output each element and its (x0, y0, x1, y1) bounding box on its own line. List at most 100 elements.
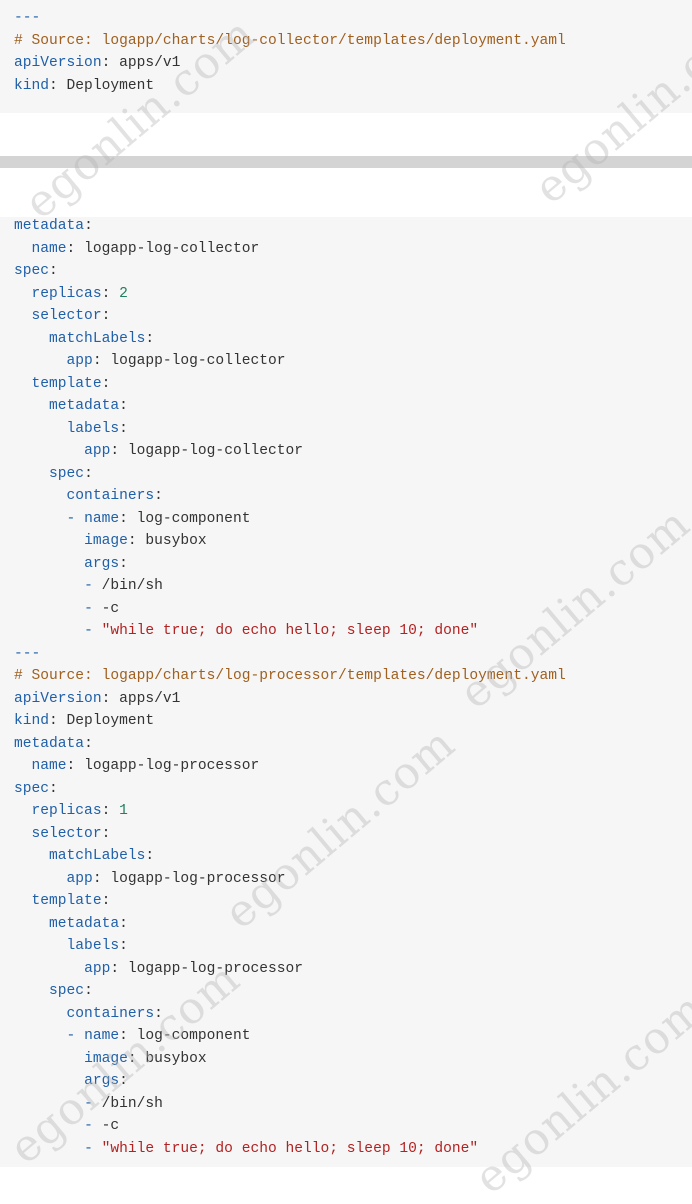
yaml-line: name: logapp-log-processor (31, 758, 260, 774)
yaml-line: spec: (49, 465, 93, 482)
yaml-key: args (84, 555, 120, 572)
yaml-key: matchLabels (49, 848, 146, 864)
yaml-value: apps/v1 (119, 690, 181, 707)
code-content-main: metadata: name: logapp-log-collector spec… (14, 215, 692, 1160)
yaml-value: logapp-log-collector (127, 443, 304, 459)
yaml-value: busybox (145, 1050, 207, 1067)
yaml-value: logapp-log-collector (84, 240, 260, 257)
yaml-value: -c (101, 1118, 120, 1134)
yaml-line: matchLabels: (49, 848, 155, 864)
yaml-value: -c (101, 600, 120, 617)
yaml-line: containers: (66, 1005, 163, 1022)
yaml-line: app: logapp-log-collector (66, 353, 286, 369)
code-block-main: metadata: name: logapp-log-collector spec… (0, 217, 692, 1167)
yaml-line: metadata: (14, 735, 93, 752)
yaml-line: --- (14, 643, 692, 666)
yaml-key: selector (31, 308, 102, 324)
yaml-key: template (31, 893, 102, 909)
yaml-line: app: logapp-log-collector (84, 443, 304, 459)
yaml-key: replicas (31, 285, 102, 302)
yaml-key: spec (14, 780, 50, 797)
yaml-key: template (31, 375, 102, 392)
yaml-line: - /bin/sh (84, 578, 163, 594)
yaml-value: logapp-log-processor (110, 870, 286, 887)
yaml-value: logapp-log-processor (127, 960, 304, 977)
yaml-string: "while true; do echo hello; sleep 10; do… (101, 1140, 479, 1157)
yaml-key: app (84, 960, 111, 977)
yaml-line: app: logapp-log-processor (66, 870, 286, 887)
yaml-key: app (84, 443, 111, 459)
source-comment: # Source: logapp/charts/log-processor/te… (14, 668, 566, 684)
yaml-key: selector (31, 825, 102, 842)
yaml-key: metadata (49, 915, 120, 932)
yaml-key: spec (49, 465, 85, 482)
yaml-key: apiVersion (14, 690, 102, 707)
yaml-number: 2 (119, 285, 128, 302)
yaml-line: replicas: 2 (31, 285, 128, 302)
yaml-number: 1 (119, 803, 128, 819)
doc-separator: --- (14, 645, 41, 662)
yaml-line: template: (31, 893, 111, 909)
yaml-line: spec: (14, 263, 58, 279)
yaml-key: app (66, 353, 93, 369)
yaml-line: image: busybox (84, 533, 207, 549)
yaml-value: Deployment (66, 77, 155, 94)
yaml-value: logapp-log-processor (84, 758, 260, 774)
yaml-line: apiVersion: apps/v1 (14, 690, 181, 707)
yaml-key: name (31, 240, 67, 257)
yaml-line: selector: (31, 308, 111, 324)
yaml-line: - -c (84, 600, 120, 617)
yaml-line: name: logapp-log-collector (31, 240, 260, 257)
yaml-line: replicas: 1 (31, 803, 128, 819)
page-gap (0, 113, 692, 156)
yaml-value: Deployment (66, 713, 155, 729)
yaml-line: template: (31, 375, 111, 392)
yaml-line: metadata: (49, 915, 128, 932)
yaml-key: labels (66, 938, 120, 954)
source-comment: # Source: logapp/charts/log-collector/te… (14, 32, 566, 49)
page-gap (0, 168, 692, 217)
yaml-line: spec: (14, 780, 58, 797)
yaml-key: apiVersion (14, 55, 102, 71)
yaml-key: containers (66, 488, 155, 504)
yaml-key: replicas (31, 803, 102, 819)
code-content-top: --- # Source: logapp/charts/log-collector… (14, 7, 692, 97)
yaml-key: matchLabels (49, 330, 146, 347)
yaml-line: image: busybox (84, 1050, 207, 1067)
yaml-key: name (84, 510, 120, 527)
yaml-key: kind (14, 713, 50, 729)
yaml-value: /bin/sh (101, 1095, 163, 1112)
yaml-line: --- (14, 7, 692, 30)
yaml-line: - name: log-component (66, 1028, 251, 1044)
yaml-value: log-component (136, 1028, 251, 1044)
yaml-value: logapp-log-collector (110, 353, 286, 369)
yaml-key: labels (66, 420, 120, 437)
yaml-key: metadata (14, 735, 85, 752)
yaml-key: spec (14, 263, 50, 279)
yaml-key: metadata (14, 218, 85, 234)
yaml-key: name (31, 758, 67, 774)
yaml-value: log-component (136, 510, 251, 527)
yaml-line: args: (84, 1073, 128, 1089)
yaml-string: "while true; do echo hello; sleep 10; do… (101, 623, 479, 639)
yaml-key: kind (14, 77, 50, 94)
yaml-line: kind: Deployment (14, 713, 155, 729)
horizontal-divider (0, 156, 692, 168)
yaml-key: name (84, 1028, 120, 1044)
yaml-line: args: (84, 555, 128, 572)
code-block-top: --- # Source: logapp/charts/log-collector… (0, 0, 692, 113)
yaml-line: metadata: (14, 218, 93, 234)
yaml-line: matchLabels: (49, 330, 155, 347)
yaml-key: args (84, 1073, 120, 1089)
doc-separator: --- (14, 10, 41, 26)
yaml-value: apps/v1 (119, 55, 181, 71)
yaml-line: apiVersion: apps/v1 (14, 55, 181, 71)
yaml-line: - /bin/sh (84, 1095, 163, 1112)
yaml-line: containers: (66, 488, 163, 504)
yaml-key: metadata (49, 398, 120, 414)
yaml-line: - -c (84, 1118, 120, 1134)
yaml-key: image (84, 1050, 128, 1067)
yaml-value: busybox (145, 533, 207, 549)
yaml-line: labels: (66, 420, 128, 437)
yaml-line: metadata: (49, 398, 128, 414)
